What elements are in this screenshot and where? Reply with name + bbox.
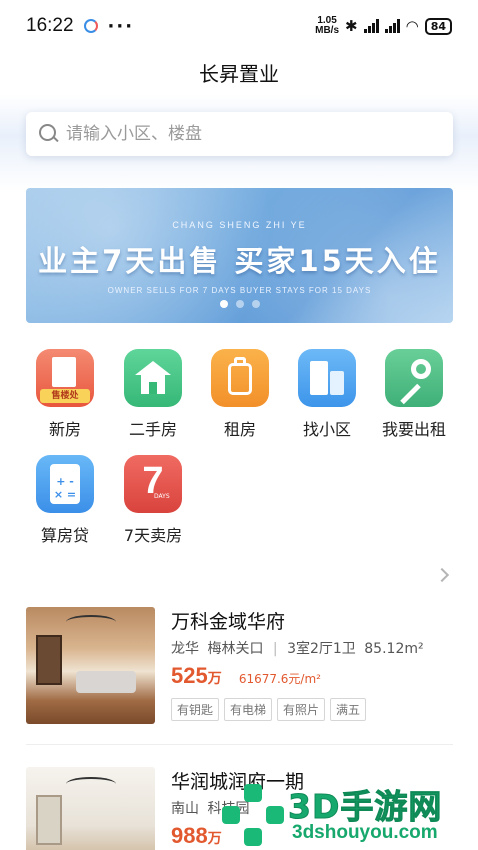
menu-item-second-hand[interactable]: 二手房 — [117, 349, 189, 440]
price-unit: 万 — [207, 671, 222, 687]
signal-1-icon — [363, 19, 379, 33]
tag-has-key: 有钥匙 — [171, 698, 220, 721]
sofa — [76, 671, 136, 693]
sales-office-building-icon: 售楼处 — [36, 349, 94, 407]
building-shape — [52, 357, 76, 387]
bluetooth-icon: ✱ — [345, 17, 358, 35]
calculator-symbols: + - × = — [53, 475, 77, 501]
window — [36, 795, 62, 845]
tower-short — [330, 371, 344, 395]
seven-days-icon: 7 DAYS — [124, 455, 182, 513]
listing-photo[interactable] — [26, 767, 155, 850]
key-ring — [411, 359, 431, 379]
search-bar[interactable] — [26, 112, 453, 156]
app-notification-icon — [83, 19, 98, 33]
search-icon — [38, 123, 60, 145]
key-icon — [385, 349, 443, 407]
status-bar: 16:22 ··· 1.05 MB/s ✱ ◠ 84 — [0, 0, 478, 52]
watermark: 3D手游网 3dshouyou.com — [222, 780, 478, 850]
listing-title: 万科金域华府 — [171, 611, 286, 633]
banner-dot[interactable] — [235, 300, 244, 308]
watermark-title: 3D手游网 — [287, 787, 443, 827]
chandelier — [66, 777, 116, 791]
listing-photo[interactable] — [26, 607, 155, 724]
menu-label: 7天卖房 — [123, 526, 183, 545]
menu-item-rent[interactable]: 租房 — [204, 349, 276, 440]
banner-subtitle: CHANG SHENG ZHI YE — [172, 220, 307, 230]
signal-2-icon — [384, 19, 400, 33]
price-value: 988 — [171, 823, 208, 848]
status-time: 16:22 — [26, 15, 74, 36]
luggage-body — [228, 363, 252, 395]
banner-footnote: OWNER SELLS FOR 7 DAYS BUYER STAYS FOR 1… — [107, 286, 372, 295]
unit-price: 61677.6元/m² — [238, 672, 321, 686]
wifi-icon: ◠ — [405, 17, 419, 35]
tower-tall — [310, 361, 328, 395]
sales-office-badge: 售楼处 — [40, 389, 90, 403]
page-title: 长昇置业 — [199, 62, 279, 86]
menu-item-new-house[interactable]: 售楼处 新房 — [29, 349, 101, 440]
network-speed: 1.05 MB/s — [315, 16, 339, 36]
ceiling-lamp — [66, 615, 116, 629]
listing-layout: 3室2厅1卫 — [287, 641, 356, 657]
house-roof — [135, 361, 171, 375]
menu-label: 我要出租 — [381, 420, 446, 439]
network-speed-unit: MB/s — [315, 25, 340, 36]
tag-has-photos: 有照片 — [277, 698, 326, 721]
menu-item-mortgage-calc[interactable]: + - × = 算房贷 — [29, 455, 101, 546]
days-glyph: DAYS — [154, 493, 170, 500]
banner-dot-active[interactable] — [219, 300, 228, 308]
banner-dot[interactable] — [251, 300, 260, 308]
banner-pagination — [26, 300, 453, 308]
listing-tags: 有钥匙 有电梯 有照片 满五 — [171, 698, 367, 721]
listing-size: 85.12m² — [364, 641, 424, 657]
menu-label: 算房贷 — [40, 526, 89, 545]
menu-label: 找小区 — [302, 420, 351, 439]
listing-price: 988万 — [171, 823, 222, 849]
menu-item-find-community[interactable]: 找小区 — [291, 349, 363, 440]
listing-price: 525万 61677.6元/m² — [171, 663, 321, 689]
calculator-icon: + - × = — [36, 455, 94, 513]
menu-label: 二手房 — [128, 420, 177, 439]
buildings-icon — [298, 349, 356, 407]
price-value: 525 — [171, 663, 208, 688]
listing-district: 龙华 — [171, 641, 199, 657]
watermark-url: 3dshouyou.com — [292, 822, 438, 843]
listing-area: 梅林关口 — [207, 641, 264, 657]
search-input[interactable] — [66, 124, 426, 144]
listing-divider — [26, 744, 453, 745]
key-shaft — [400, 383, 421, 405]
menu-label: 租房 — [223, 420, 256, 439]
tag-five-years: 满五 — [330, 698, 367, 721]
house-door — [149, 382, 157, 394]
window — [36, 635, 62, 685]
listing-card[interactable]: 万科金域华府 龙华 梅林关口 | 3室2厅1卫 85.12m² 525万 616… — [26, 607, 453, 727]
listing-district: 南山 — [171, 801, 199, 817]
menu-label: 新房 — [48, 420, 81, 439]
battery-icon: 84 — [424, 17, 452, 35]
house-icon — [124, 349, 182, 407]
banner-headline: 业主7天出售 买家15天入住 — [38, 244, 441, 278]
luggage-icon — [211, 349, 269, 407]
meta-separator: | — [272, 641, 278, 657]
menu-item-rent-out[interactable]: 我要出租 — [378, 349, 450, 440]
watermark-logo-icon — [222, 784, 284, 846]
price-unit: 万 — [207, 831, 222, 847]
chevron-right-icon[interactable] — [434, 567, 450, 583]
promo-banner[interactable]: CHANG SHENG ZHI YE 业主7天出售 买家15天入住 OWNER … — [26, 188, 453, 323]
menu-item-seven-day-sale[interactable]: 7 DAYS 7天卖房 — [117, 455, 189, 546]
listing-meta: 龙华 梅林关口 | 3室2厅1卫 85.12m² — [171, 638, 424, 658]
tag-has-elevator: 有电梯 — [224, 698, 273, 721]
more-notifications-indicator: ··· — [107, 15, 135, 37]
seven-glyph: 7 — [142, 460, 164, 502]
